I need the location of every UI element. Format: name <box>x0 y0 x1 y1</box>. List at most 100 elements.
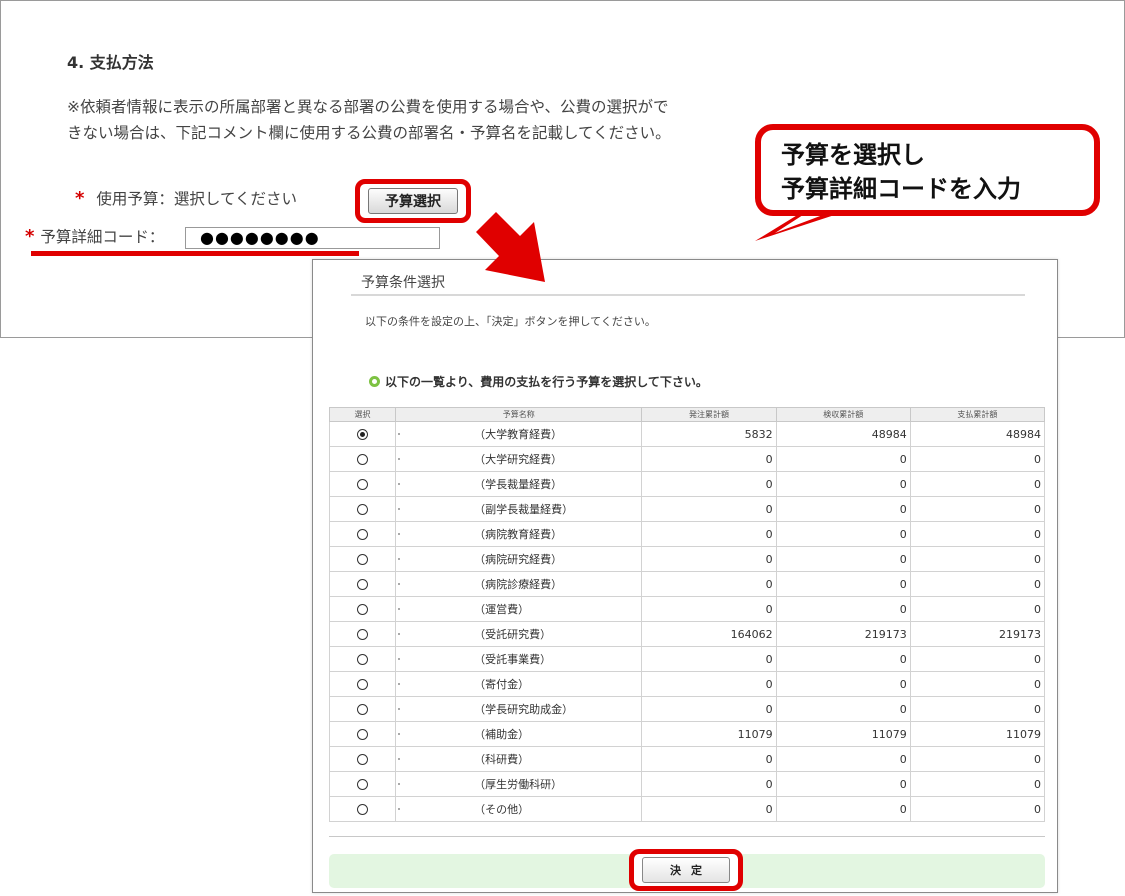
select-cell <box>328 546 397 572</box>
dialog-title: 予算条件選択 <box>361 275 445 291</box>
budget-name-cell: （病院教育経費） <box>395 521 643 547</box>
budget-radio[interactable] <box>357 454 369 465</box>
paid-total-cell: 0 <box>909 571 1046 597</box>
table-row[interactable]: （副学長裁量経費） 0 0 0 <box>328 496 1046 522</box>
budget-name: （受託研究費） <box>474 628 552 641</box>
budget-name-cell: （病院研究経費） <box>395 546 643 572</box>
budget-name: （寄付金） <box>474 678 530 691</box>
budget-name: （病院教育経費） <box>474 528 563 541</box>
highlight-underline <box>31 251 359 256</box>
table-row[interactable]: （受託研究費） 164062 219173 219173 <box>328 621 1046 647</box>
table-row[interactable]: （寄付金） 0 0 0 <box>328 671 1046 697</box>
paid-total-cell: 0 <box>909 796 1046 822</box>
table-row[interactable]: （大学研究経費） 0 0 0 <box>328 446 1046 472</box>
table-row[interactable]: （厚生労働科研） 0 0 0 <box>328 771 1046 797</box>
select-cell <box>328 596 397 622</box>
select-cell <box>328 671 397 697</box>
ordered-total-cell: 0 <box>641 446 777 472</box>
inspected-total-cell: 0 <box>775 746 911 772</box>
ordered-total-cell: 0 <box>641 771 777 797</box>
budget-radio[interactable] <box>357 479 369 490</box>
dot-mark <box>398 508 401 510</box>
budget-name: （学長裁量経費） <box>474 478 563 491</box>
table-header-row: 選択 予算名称 発注累計額 検収累計額 支払累計額 <box>328 407 1046 422</box>
budget-radio[interactable] <box>357 679 369 690</box>
decide-button[interactable]: 決定 <box>642 857 730 883</box>
budget-table-body: （大学教育経費） 5832 48984 48984 （大学研究経費） 0 0 0 （学長裁量経費… <box>328 421 1046 822</box>
paid-total-cell: 0 <box>909 646 1046 672</box>
budget-name-cell: （運営費） <box>395 596 643 622</box>
dot-mark <box>398 658 401 660</box>
dot-mark <box>398 433 401 435</box>
budget-name-cell: （学長裁量経費） <box>395 471 643 497</box>
select-cell <box>328 471 397 497</box>
ordered-total-cell: 0 <box>641 746 777 772</box>
paid-total-cell: 0 <box>909 671 1046 697</box>
budget-name-cell: （その他） <box>395 796 643 822</box>
budget-radio[interactable] <box>357 804 369 815</box>
budget-name: （副学長裁量経費） <box>474 503 574 516</box>
bullet-icon <box>369 376 380 387</box>
budget-name-cell: （病院診療経費） <box>395 571 643 597</box>
budget-name: （学長研究助成金） <box>474 703 574 716</box>
budget-radio[interactable] <box>357 529 369 540</box>
budget-radio[interactable] <box>357 654 369 665</box>
budget-name-cell: （副学長裁量経費） <box>395 496 643 522</box>
budget-radio[interactable] <box>357 729 369 740</box>
paid-total-cell: 0 <box>909 446 1046 472</box>
budget-radio[interactable] <box>357 429 369 440</box>
table-row[interactable]: （学長研究助成金） 0 0 0 <box>328 696 1046 722</box>
dot-mark <box>398 483 401 485</box>
ordered-total-cell: 0 <box>641 596 777 622</box>
select-cell <box>328 421 397 447</box>
budget-radio[interactable] <box>357 579 369 590</box>
table-row[interactable]: （その他） 0 0 0 <box>328 796 1046 822</box>
select-cell <box>328 621 397 647</box>
column-header-select: 選択 <box>328 407 397 422</box>
budget-radio[interactable] <box>357 554 369 565</box>
budget-radio[interactable] <box>357 629 369 640</box>
table-row[interactable]: （病院教育経費） 0 0 0 <box>328 521 1046 547</box>
ordered-total-cell: 0 <box>641 796 777 822</box>
dot-mark <box>398 533 401 535</box>
budget-radio[interactable] <box>357 754 369 765</box>
budget-name: （大学研究経費） <box>474 453 563 466</box>
dot-mark <box>398 558 401 560</box>
select-cell <box>328 646 397 672</box>
inspected-total-cell: 0 <box>775 521 911 547</box>
table-row[interactable]: （運営費） 0 0 0 <box>328 596 1046 622</box>
inspected-total-cell: 0 <box>775 671 911 697</box>
table-row[interactable]: （病院診療経費） 0 0 0 <box>328 571 1046 597</box>
paid-total-cell: 219173 <box>909 621 1046 647</box>
notice-text: ※依頼者情報に表示の所属部署と異なる部署の公費を使用する場合や、公費の選択がで … <box>67 94 767 146</box>
select-cell <box>328 796 397 822</box>
inspected-total-cell: 0 <box>775 771 911 797</box>
ordered-total-cell: 0 <box>641 496 777 522</box>
budget-radio[interactable] <box>357 779 369 790</box>
table-row[interactable]: （大学教育経費） 5832 48984 48984 <box>328 421 1046 447</box>
budget-name-cell: （厚生労働科研） <box>395 771 643 797</box>
ordered-total-cell: 164062 <box>641 621 777 647</box>
budget-name: （その他） <box>474 803 530 816</box>
budget-radio[interactable] <box>357 604 369 615</box>
budget-code-input[interactable]: ●●●●●●●● <box>185 227 440 249</box>
dot-mark <box>398 608 401 610</box>
budget-select-button[interactable]: 予算選択 <box>368 188 458 214</box>
dot-mark <box>398 758 401 760</box>
dot-mark <box>398 458 401 460</box>
budget-radio[interactable] <box>357 704 369 715</box>
dialog-subheading: 以下の一覧より、費用の支払を行う予算を選択して下さい。 <box>369 373 708 390</box>
paid-total-cell: 0 <box>909 771 1046 797</box>
budget-name: （病院研究経費） <box>474 553 563 566</box>
paid-total-cell: 0 <box>909 596 1046 622</box>
ordered-total-cell: 0 <box>641 546 777 572</box>
notice-line-2: きない場合は、下記コメント欄に使用する公費の部署名・予算名を記載してください。 <box>67 124 671 142</box>
table-row[interactable]: （病院研究経費） 0 0 0 <box>328 546 1046 572</box>
table-row[interactable]: （学長裁量経費） 0 0 0 <box>328 471 1046 497</box>
table-row[interactable]: （科研費） 0 0 0 <box>328 746 1046 772</box>
table-row[interactable]: （受託事業費） 0 0 0 <box>328 646 1046 672</box>
budget-radio[interactable] <box>357 504 369 515</box>
paid-total-cell: 0 <box>909 746 1046 772</box>
table-row[interactable]: （補助金） 11079 11079 11079 <box>328 721 1046 747</box>
ordered-total-cell: 0 <box>641 696 777 722</box>
